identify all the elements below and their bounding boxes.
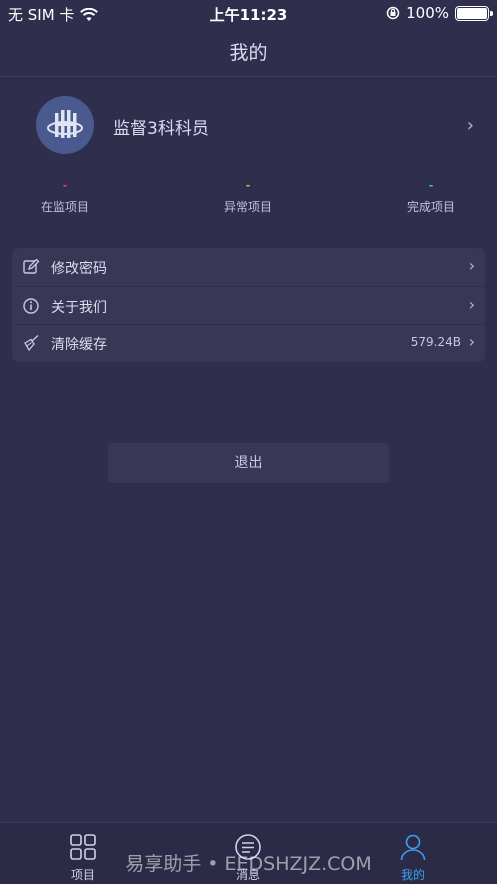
stat-label: 异常项目 [223,200,272,214]
menu-label: 清除缓存 [51,337,107,353]
status-bar: 无 SIM 卡 上午11:23 100% [0,0,497,26]
stats-row: - 在监项目 - 异常项目 - 完成项目 [0,180,497,220]
stat-in-progress[interactable]: - 在监项目 [5,180,125,215]
chevron-right-icon: › [468,256,475,275]
avatar [36,96,94,154]
stat-label: 完成项目 [406,200,455,214]
battery-percent: 100% [406,4,449,22]
menu-item-clear-cache[interactable]: 清除缓存 579.24B › [12,324,485,362]
stat-value: - [245,179,251,192]
menu-label: 关于我们 [51,300,107,316]
menu-label: 修改密码 [51,261,107,277]
info-icon [23,298,39,314]
edit-icon [23,258,40,274]
profile-row[interactable]: 监督3科科员 › [0,78,497,173]
stat-label: 在监项目 [40,200,89,214]
cache-size: 579.24B [410,335,461,349]
page-title: 我的 [229,42,268,64]
stat-value: - [62,179,68,192]
stat-completed[interactable]: - 完成项目 [371,180,491,215]
menu-item-about-us[interactable]: 关于我们 › [12,287,485,325]
chevron-right-icon: › [466,115,474,136]
logo-icon [47,110,83,138]
stat-value: - [428,179,434,192]
watermark-text: 易享助手 • EEDSHZJZ.COM [125,853,372,875]
chevron-right-icon: › [468,295,475,314]
status-right: 100% [386,4,493,22]
logout-button[interactable]: 退出 [108,443,389,483]
settings-menu: 修改密码 › 关于我们 › 清除缓存 579.24B › [12,248,485,362]
nav-bar: 我的 [0,26,497,77]
profile-name: 监督3科科员 [113,119,209,139]
battery-icon [455,5,493,21]
chevron-right-icon: › [468,332,475,351]
stat-abnormal[interactable]: - 异常项目 [188,180,308,215]
orientation-lock-icon [386,6,400,20]
menu-item-change-password[interactable]: 修改密码 › [12,248,485,286]
broom-icon [24,334,39,352]
